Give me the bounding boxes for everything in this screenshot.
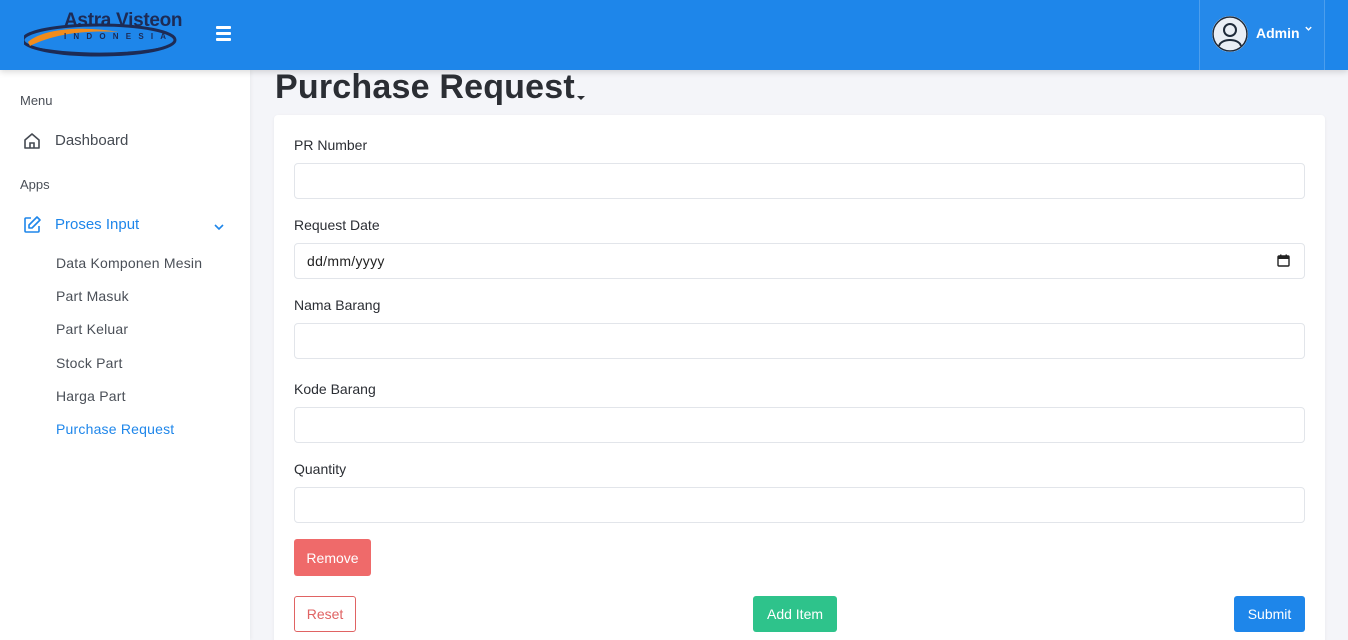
sidebar-item-dashboard[interactable]: Dashboard <box>20 128 235 156</box>
sidebar-item-label: Dashboard <box>55 132 129 149</box>
user-name: Admin <box>1256 25 1300 41</box>
sidebar-section-menu: Menu <box>20 93 53 108</box>
kode-barang-label: Kode Barang <box>294 381 376 397</box>
request-date-label: Request Date <box>294 217 380 233</box>
edit-icon <box>22 215 42 235</box>
logo-title: Astra Visteon <box>64 10 183 31</box>
hamburger-icon[interactable] <box>216 26 232 42</box>
sidebar-item-label: Proses Input <box>55 216 140 233</box>
pr-number-label: PR Number <box>294 137 368 153</box>
nama-barang-input[interactable] <box>294 323 1305 359</box>
remove-button[interactable]: Remove <box>294 539 371 576</box>
caret-down-icon[interactable] <box>576 88 586 100</box>
submit-button[interactable]: Submit <box>1234 596 1305 632</box>
sidebar-subitem-data-komponen-mesin[interactable]: Data Komponen Mesin <box>56 255 202 271</box>
sidebar-item-proses-input[interactable]: Proses Input <box>20 212 235 240</box>
quantity-label: Quantity <box>294 461 347 477</box>
logo-subtitle: INDONESIA <box>64 32 174 41</box>
request-date-input[interactable]: dd/mm/yyyy <box>294 243 1305 279</box>
kode-barang-input[interactable] <box>294 407 1305 443</box>
sidebar: Menu Dashboard Apps Proses Input Data Ko… <box>0 70 250 640</box>
logo[interactable]: Astra Visteon INDONESIA <box>24 10 189 60</box>
chevron-down-icon <box>1304 24 1313 36</box>
sidebar-subitem-part-keluar[interactable]: Part Keluar <box>56 321 128 337</box>
calendar-icon[interactable] <box>1277 254 1290 267</box>
pr-number-input[interactable] <box>294 163 1305 199</box>
sidebar-section-apps: Apps <box>20 177 50 192</box>
home-icon <box>22 131 42 151</box>
sidebar-subitem-harga-part[interactable]: Harga Part <box>56 388 126 404</box>
user-menu[interactable]: Admin <box>1199 0 1325 70</box>
sidebar-subitem-stock-part[interactable]: Stock Part <box>56 355 123 371</box>
user-avatar-icon <box>1212 16 1248 52</box>
quantity-input[interactable] <box>294 487 1305 523</box>
reset-button[interactable]: Reset <box>294 596 356 632</box>
sidebar-subitem-purchase-request[interactable]: Purchase Request <box>56 421 174 437</box>
add-item-button[interactable]: Add Item <box>753 596 837 632</box>
page-title: Purchase Request <box>275 68 575 106</box>
request-date-value: dd/mm/yyyy <box>307 253 385 269</box>
nama-barang-label: Nama Barang <box>294 297 381 313</box>
chevron-down-icon <box>213 220 225 232</box>
top-navbar: Astra Visteon INDONESIA Admin <box>0 0 1348 70</box>
sidebar-subitem-part-masuk[interactable]: Part Masuk <box>56 288 129 304</box>
